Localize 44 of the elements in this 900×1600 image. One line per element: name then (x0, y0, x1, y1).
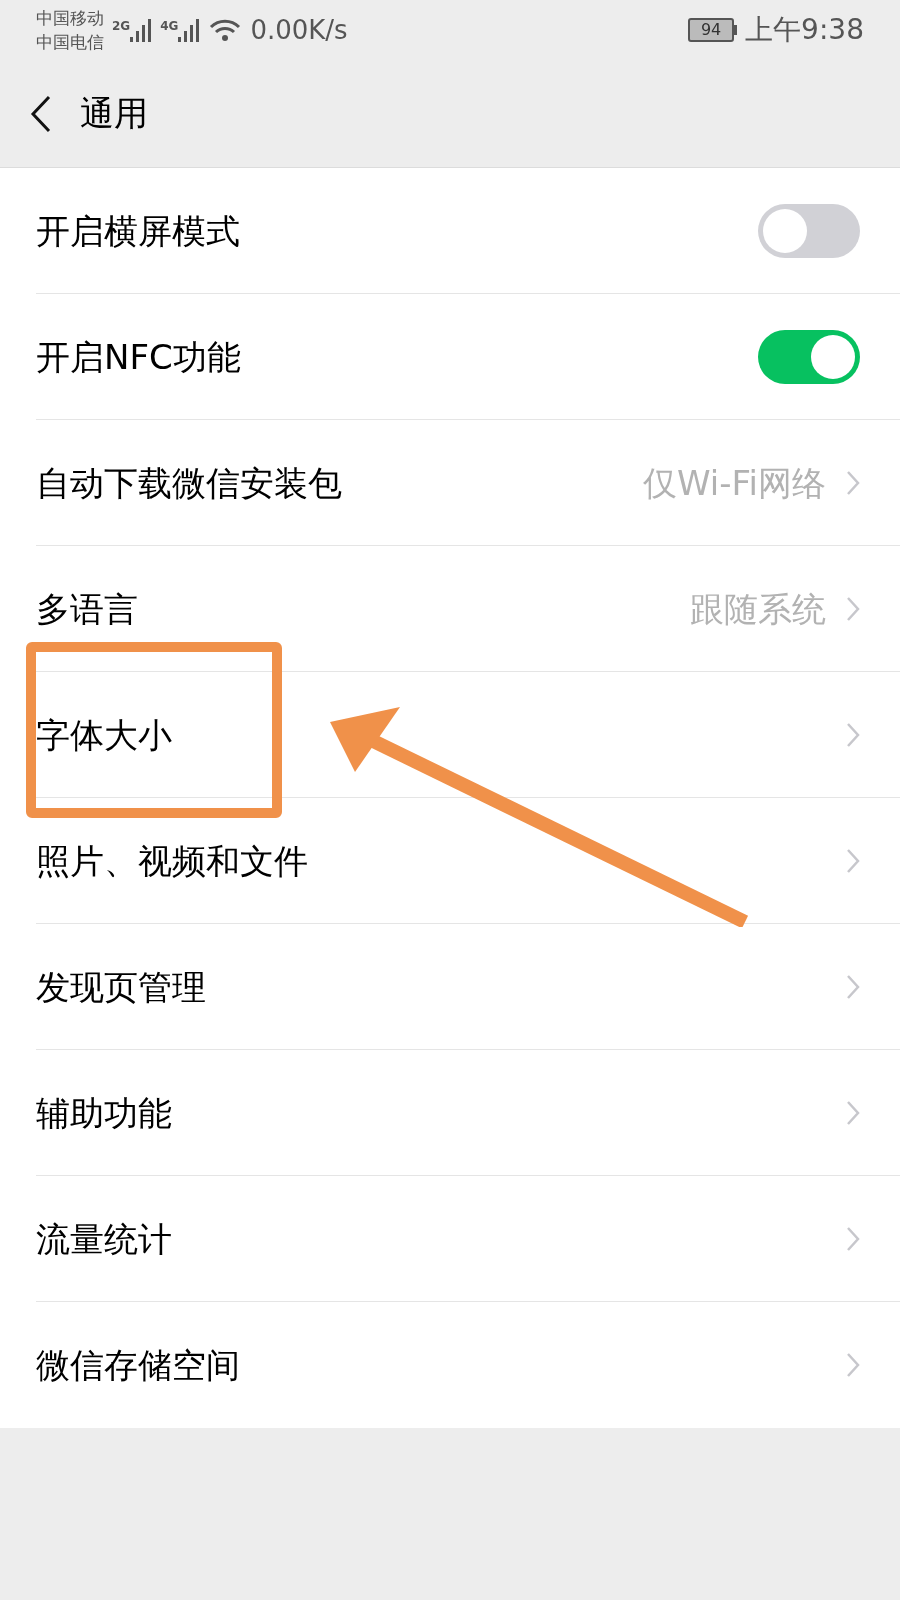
settings-row[interactable]: 开启横屏模式 (0, 168, 900, 294)
settings-row[interactable]: 辅助功能 (0, 1050, 900, 1176)
page-title: 通用 (80, 92, 148, 135)
signal-icon (130, 17, 153, 43)
setting-label: 辅助功能 (36, 1091, 172, 1135)
chevron-icon (846, 848, 860, 874)
settings-row[interactable]: 自动下载微信安装包 仅Wi-Fi网络 (0, 420, 900, 546)
chevron-icon (846, 1352, 860, 1378)
chevron-icon (846, 1226, 860, 1252)
settings-row[interactable]: 发现页管理 (0, 924, 900, 1050)
setting-label: 自动下载微信安装包 (36, 461, 342, 505)
chevron-icon (846, 1100, 860, 1126)
setting-label: 照片、视频和文件 (36, 839, 308, 883)
wifi-icon (208, 17, 243, 43)
signal-icon (178, 17, 201, 43)
setting-label: 多语言 (36, 587, 138, 631)
toggle-switch[interactable] (758, 204, 860, 258)
settings-row[interactable]: 微信存储空间 (0, 1302, 900, 1428)
network-speed: 0.00K/s (250, 13, 348, 47)
chevron-icon (846, 722, 860, 748)
battery-level: 94 (700, 19, 722, 41)
clock: 上午9:38 (745, 12, 864, 48)
settings-row[interactable]: 多语言 跟随系统 (0, 546, 900, 672)
carrier-name: 中国移动 (36, 7, 104, 30)
settings-row[interactable]: 字体大小 (0, 672, 900, 798)
setting-label: 流量统计 (36, 1217, 172, 1261)
settings-row[interactable]: 开启NFC功能 (0, 294, 900, 420)
carrier-name: 中国电信 (36, 31, 104, 54)
chevron-icon (846, 974, 860, 1000)
setting-label: 字体大小 (36, 713, 172, 757)
setting-value: 跟随系统 (690, 587, 826, 631)
setting-value: 仅Wi-Fi网络 (642, 461, 826, 505)
setting-label: 发现页管理 (36, 965, 206, 1009)
chevron-icon (846, 596, 860, 622)
chevron-icon (846, 470, 860, 496)
setting-label: 开启横屏模式 (36, 209, 240, 253)
settings-row[interactable]: 照片、视频和文件 (0, 798, 900, 924)
settings-row[interactable]: 流量统计 (0, 1176, 900, 1302)
back-icon[interactable] (30, 94, 52, 133)
setting-label: 开启NFC功能 (36, 335, 241, 379)
setting-label: 微信存储空间 (36, 1343, 240, 1387)
toggle-switch[interactable] (758, 330, 860, 384)
network-type: 2G (112, 18, 131, 35)
network-type: 4G (160, 18, 179, 35)
